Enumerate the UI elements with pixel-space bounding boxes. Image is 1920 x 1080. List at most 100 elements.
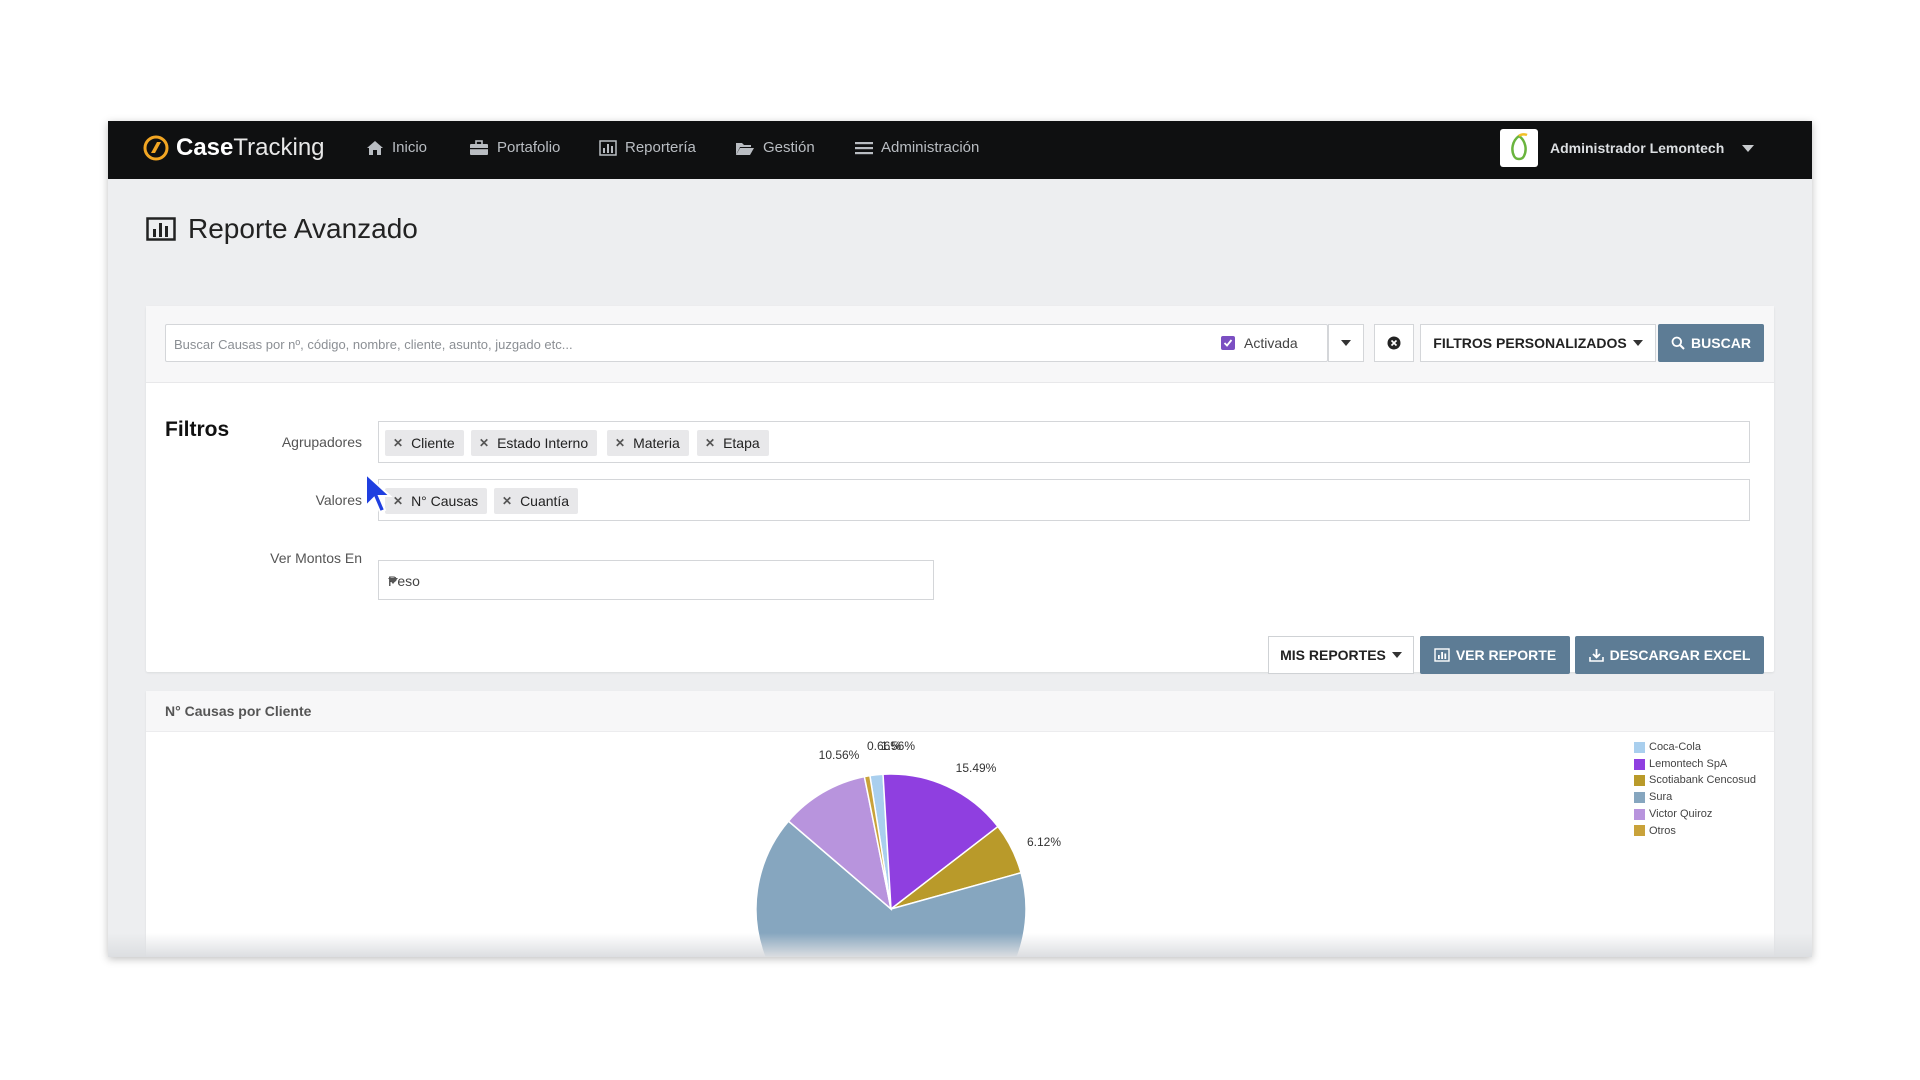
nav-item-label: Administración <box>881 139 980 156</box>
agrupador-tag[interactable]: ✕ Etapa <box>697 430 769 456</box>
agrupador-tag[interactable]: ✕ Cliente <box>385 430 464 456</box>
chevron-down-icon <box>1742 144 1755 152</box>
valores-field[interactable]: ✕ N° Causas ✕ Cuantía <box>378 479 1750 521</box>
legend-item[interactable]: Coca-Cola <box>1634 739 1756 756</box>
user-menu[interactable]: Administrador Lemontech <box>1500 129 1755 167</box>
mis-reportes-label: MIS REPORTES <box>1280 647 1386 663</box>
nav-item-portafolio[interactable]: Portafolio <box>469 139 560 156</box>
search-options-dropdown-button[interactable] <box>1328 324 1364 362</box>
activada-checkbox[interactable] <box>1221 336 1235 350</box>
valor-tag[interactable]: ✕ Cuantía <box>494 488 579 514</box>
bar-chart-icon <box>1434 648 1450 662</box>
remove-tag-icon[interactable]: ✕ <box>479 436 489 450</box>
tag-label: Materia <box>633 435 680 451</box>
clear-search-button[interactable] <box>1374 324 1414 362</box>
filtros-personalizados-button[interactable]: FILTROS PERSONALIZADOS <box>1420 324 1656 362</box>
pie-chart: 0.66%1.56%15.49%6.12%10.56% <box>755 739 1061 957</box>
slice-percent-label: 1.56% <box>881 739 915 753</box>
tag-label: Etapa <box>723 435 760 451</box>
tag-label: Estado Interno <box>497 435 589 451</box>
ver-reporte-button[interactable]: VER REPORTE <box>1420 636 1570 674</box>
descargar-excel-label: DESCARGAR EXCEL <box>1609 647 1751 663</box>
buscar-label: BUSCAR <box>1691 335 1751 351</box>
remove-tag-icon[interactable]: ✕ <box>393 436 403 450</box>
remove-tag-icon[interactable]: ✕ <box>705 436 715 450</box>
mouse-pointer-icon <box>365 472 393 514</box>
brand-name-part2: Tracking <box>233 134 325 161</box>
page-title: Reporte Avanzado <box>146 213 418 245</box>
buscar-button[interactable]: BUSCAR <box>1658 324 1764 362</box>
caret-down-icon <box>1341 340 1351 346</box>
caret-down-icon <box>1632 340 1643 346</box>
filters-heading: Filtros <box>165 418 230 441</box>
nav-item-administracion[interactable]: Administración <box>855 139 979 156</box>
agrupadores-label: Agrupadores <box>281 434 362 450</box>
search-field[interactable]: Activada <box>165 324 1328 363</box>
slice-percent-label: 15.49% <box>956 761 997 775</box>
download-icon <box>1588 649 1604 662</box>
agrupador-tag[interactable]: ✕ Estado Interno <box>471 430 598 456</box>
page-title-text: Reporte Avanzado <box>188 213 418 244</box>
legend-item[interactable]: Lemontech SpA <box>1634 756 1756 773</box>
agrupador-tag[interactable]: ✕ Materia <box>607 430 689 456</box>
chart-legend: Coca-Cola Lemontech SpA Scotiabank Cencosu… <box>1634 739 1756 839</box>
user-name: Administrador Lemontech <box>1550 140 1725 156</box>
descargar-excel-button[interactable]: DESCARGAR EXCEL <box>1575 636 1764 674</box>
valor-tag[interactable]: ✕ N° Causas <box>385 488 488 514</box>
activada-toggle[interactable]: Activada <box>1221 335 1298 351</box>
bar-chart-icon <box>599 139 617 156</box>
agrupadores-field[interactable]: ✕ Cliente ✕ Estado Interno ✕ Materia ✕ Etapa <box>378 421 1750 463</box>
nav-item-label: Gestión <box>763 139 815 156</box>
caret-down-icon <box>388 578 398 584</box>
legend-swatch <box>1634 741 1645 753</box>
folder-open-icon <box>736 142 754 155</box>
legend-label: Coca-Cola <box>1649 741 1701 753</box>
brand-logo[interactable]: Case Tracking <box>142 134 325 162</box>
brand-name-part1: Case <box>176 134 234 161</box>
tag-label: Cliente <box>411 435 455 451</box>
slice-percent-label: 6.12% <box>1027 835 1061 849</box>
briefcase-icon <box>470 139 488 155</box>
legend-swatch <box>1634 825 1645 837</box>
legend-label: Lemontech SpA <box>1649 757 1728 770</box>
close-circle-icon <box>1387 336 1401 350</box>
remove-tag-icon[interactable]: ✕ <box>502 494 512 508</box>
app-window: Case Tracking Inicio Portafolio Reporterí… <box>108 121 1812 957</box>
ver-montos-select[interactable]: Peso <box>378 560 934 600</box>
menu-icon <box>855 141 873 154</box>
tag-label: N° Causas <box>411 493 479 509</box>
activada-label: Activada <box>1244 335 1298 351</box>
search-bar: Activada FILTROS PERSONALIZADOS BUSCAR <box>146 306 1774 383</box>
home-icon <box>367 140 383 155</box>
legend-item[interactable]: Scotiabank Cencosud <box>1634 772 1756 789</box>
remove-tag-icon[interactable]: ✕ <box>615 436 625 450</box>
ver-reporte-label: VER REPORTE <box>1455 647 1557 663</box>
remove-tag-icon[interactable]: ✕ <box>393 494 403 508</box>
nav-item-gestion[interactable]: Gestión <box>735 139 815 156</box>
legend-item[interactable]: Sura <box>1634 789 1756 806</box>
filtros-personalizados-label: FILTROS PERSONALIZADOS <box>1433 335 1627 351</box>
casetracking-logo-icon <box>143 135 169 161</box>
legend-item[interactable]: Victor Quiroz <box>1634 806 1756 823</box>
avatar <box>1500 129 1538 167</box>
nav-item-label: Portafolio <box>497 139 561 156</box>
legend-label: Otros <box>1649 824 1676 837</box>
nav-item-reporteria[interactable]: Reportería <box>599 139 696 156</box>
caret-down-icon <box>1391 652 1402 658</box>
chart-panel: N° Causas por Cliente 0.66% 1.56% 15.49% 6.… <box>146 691 1774 957</box>
legend-swatch <box>1634 775 1645 787</box>
legend-swatch <box>1634 758 1645 770</box>
legend-swatch <box>1634 791 1645 803</box>
bar-chart-icon <box>146 217 176 241</box>
search-input[interactable] <box>172 325 1176 363</box>
legend-label: Scotiabank Cencosud <box>1649 774 1757 787</box>
legend-label: Sura <box>1649 791 1673 804</box>
legend-item[interactable]: Otros <box>1634 823 1756 840</box>
nav-item-inicio[interactable]: Inicio <box>366 139 427 156</box>
slice-percent-label: 10.56% <box>819 748 860 762</box>
valores-label: Valores <box>315 492 362 508</box>
ver-montos-label: Ver Montos En <box>270 550 362 566</box>
mis-reportes-button[interactable]: MIS REPORTES <box>1268 636 1414 674</box>
bottom-fade <box>108 933 1812 957</box>
nav-item-label: Reportería <box>625 139 696 156</box>
